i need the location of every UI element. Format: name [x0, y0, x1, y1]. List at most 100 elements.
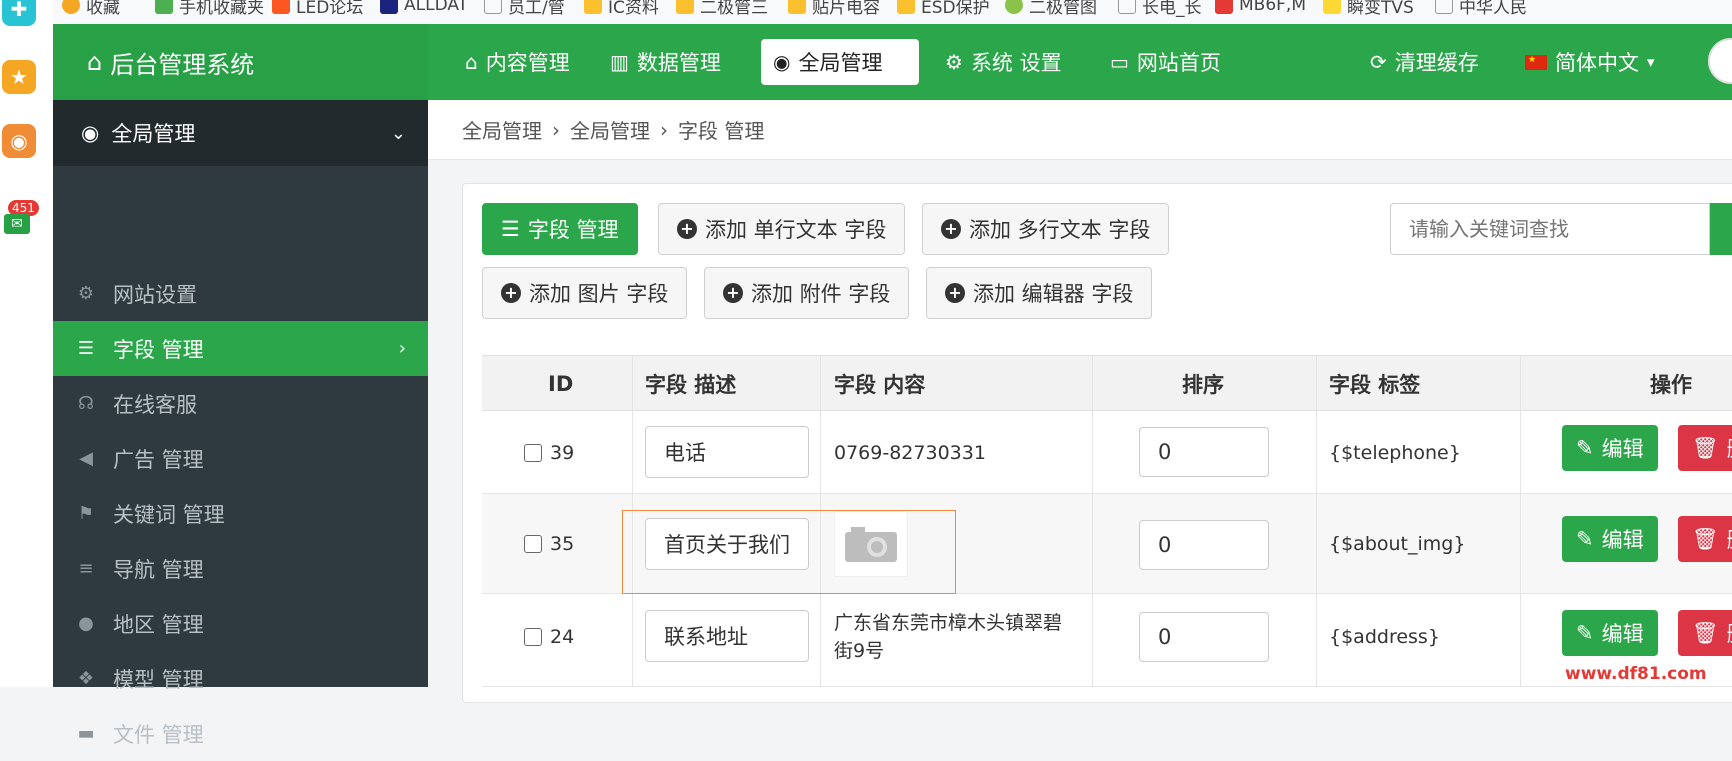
bookmark-item[interactable]: 手机收藏夹 — [155, 0, 264, 18]
bookmark-item[interactable]: 二极管图 — [1005, 0, 1097, 18]
field-desc-input[interactable]: 联系地址 — [645, 610, 809, 662]
monitor-icon: ▭ — [1110, 50, 1129, 74]
list-icon: ☰ — [77, 338, 95, 359]
header-desc: 字段 描述 — [645, 373, 737, 397]
bookmark-item[interactable]: 二极管三 — [676, 0, 768, 18]
bookmark-item[interactable]: 长电_长 — [1118, 0, 1202, 18]
bookmark-item[interactable]: ESD保护 — [897, 0, 990, 18]
flag-icon: ⚑ — [77, 503, 95, 524]
add-multi-text-field-button[interactable]: + 添加 多行文本 字段 — [922, 203, 1170, 255]
led-icon — [272, 0, 290, 14]
row-id: 39 — [524, 411, 574, 494]
bookmark-item[interactable]: 收藏 — [62, 0, 120, 18]
watermark: www.df81.com — [1565, 664, 1707, 684]
weibo-icon[interactable]: ◉ — [2, 124, 36, 158]
header-actions: 操作 — [1650, 373, 1692, 397]
order-input[interactable]: 0 — [1139, 427, 1269, 477]
chevron-down-icon: ▾ — [1647, 53, 1655, 71]
pdf-icon — [380, 0, 398, 14]
plus-circle-icon: + — [945, 283, 965, 303]
bookmark-item[interactable]: 员工/管 — [484, 0, 565, 18]
add-single-text-field-button[interactable]: + 添加 单行文本 字段 — [658, 203, 906, 255]
search-button[interactable] — [1710, 203, 1732, 255]
gear-icon: ⚙ — [77, 283, 95, 304]
bookmark-item[interactable]: 瞬变TVS — [1323, 0, 1414, 18]
add-image-field-button[interactable]: + 添加 图片 字段 — [482, 267, 688, 319]
nav-content-manage[interactable]: ⌂ 内容管理 — [453, 39, 582, 85]
search-input[interactable] — [1390, 203, 1710, 255]
star-icon — [62, 0, 80, 14]
sidebar-item-online-service[interactable]: ☊ 在线客服 — [53, 376, 428, 431]
language-select[interactable]: ★ 简体中文 ▾ — [1513, 39, 1667, 85]
plus-circle-icon: + — [677, 219, 697, 239]
edit-icon: ✎ — [1576, 621, 1594, 645]
bookmark-item[interactable]: ALLDAT — [380, 0, 468, 16]
row-checkbox[interactable] — [524, 535, 542, 553]
delete-button[interactable]: 🗑删 — [1678, 425, 1732, 471]
browser-side-strip: ✚ ★ ◉ 451 ✉ — [0, 0, 53, 687]
app-icon[interactable]: ✚ — [2, 0, 36, 26]
globe-icon: ◉ — [773, 50, 791, 74]
header-id: ID — [548, 372, 574, 396]
field-tag: {$about_img} — [1329, 533, 1466, 555]
nav-system-settings[interactable]: ⚙ 系统 设置 — [933, 39, 1074, 85]
sidebar-header[interactable]: ◉ 全局管理 ⌄ — [53, 100, 428, 166]
row-checkbox[interactable] — [524, 628, 542, 646]
plus-circle-icon: + — [941, 219, 961, 239]
phone-icon — [155, 0, 173, 14]
edit-button[interactable]: ✎ 编辑 — [1562, 425, 1658, 471]
edit-button[interactable]: ✎ 编辑 — [1562, 516, 1658, 562]
edit-icon: ✎ — [1576, 436, 1594, 460]
megaphone-icon: ◀ — [79, 448, 93, 469]
bookmark-item[interactable]: IC资料 — [584, 0, 659, 18]
table-header: ID 字段 描述 字段 内容 排序 字段 标签 操作 — [482, 355, 1732, 412]
chevron-right-icon: › — [552, 117, 560, 142]
page-icon — [484, 0, 502, 14]
avatar[interactable] — [1708, 38, 1732, 84]
edit-button[interactable]: ✎ 编辑 — [1562, 610, 1658, 656]
delete-button[interactable]: 🗑删 — [1678, 610, 1732, 656]
breadcrumb-item[interactable]: 全局管理 — [570, 115, 650, 144]
sidebar-item-file-manage[interactable]: ▬ 文件 管理 — [53, 706, 428, 761]
top-nav: ⌂ 后台管理系统 ⌂ 内容管理 ▥ 数据管理 ◉ 全局管理 ⚙ 系统 设置 ▭ 网站首页 ⟳… — [53, 24, 1732, 100]
bookmark-item[interactable]: 贴片电容 — [788, 0, 880, 18]
breadcrumb-item[interactable]: 全局管理 — [462, 115, 542, 144]
brand[interactable]: ⌂ 后台管理系统 — [53, 24, 428, 100]
home-icon: ⌂ — [465, 50, 478, 74]
china-flag-icon: ★ — [1525, 54, 1547, 70]
bookmark-item[interactable]: LED论坛 — [272, 0, 363, 18]
field-manage-button[interactable]: ☰ 字段 管理 — [482, 203, 638, 255]
table-row: 39 电话 0769-82730331 0 {$telephone} ✎ 编辑 🗑… — [482, 411, 1732, 494]
delete-button[interactable]: 🗑删 — [1678, 516, 1732, 562]
folder-icon: ▬ — [77, 723, 95, 744]
folder-icon — [788, 0, 806, 14]
add-attachment-field-button[interactable]: + 添加 附件 字段 — [704, 267, 910, 319]
leaf-icon — [1005, 0, 1023, 14]
nav-global-manage[interactable]: ◉ 全局管理 — [761, 39, 919, 85]
sidebar-item-model-manage[interactable]: ❖ 模型 管理 — [53, 651, 428, 706]
add-editor-field-button[interactable]: + 添加 编辑器 字段 — [926, 267, 1153, 319]
bookmark-item[interactable]: MB6F,M — [1215, 0, 1306, 16]
nav-data-manage[interactable]: ▥ 数据管理 — [598, 39, 733, 85]
trash-icon: 🗑 — [1692, 620, 1719, 645]
nav-site-home[interactable]: ▭ 网站首页 — [1098, 39, 1233, 85]
star-icon[interactable]: ★ — [2, 60, 36, 94]
folder-icon — [897, 0, 915, 14]
sidebar-item-nav-manage[interactable]: ≡ 导航 管理 — [53, 541, 428, 596]
table-row: 24 联系地址 广东省东莞市樟木头镇翠碧街9号 0 {$address} ✎ 编辑… — [482, 594, 1732, 687]
breadcrumb-item: 字段 管理 — [678, 119, 765, 143]
home-icon: ⌂ — [87, 48, 103, 76]
sidebar-item-site-settings[interactable]: ⚙ 网站设置 — [53, 266, 428, 321]
gears-icon: ⚙ — [945, 50, 963, 74]
mail-icon[interactable]: ✉ — [4, 214, 30, 234]
bookmark-item[interactable]: 中华人民 — [1435, 0, 1527, 18]
sidebar-item-region-manage[interactable]: ● 地区 管理 — [53, 596, 428, 651]
order-input[interactable]: 0 — [1139, 612, 1269, 662]
clear-cache-button[interactable]: ⟳ 清理缓存 — [1358, 39, 1491, 85]
field-desc-input[interactable]: 电话 — [645, 426, 809, 478]
sidebar-item-ad-manage[interactable]: ◀ 广告 管理 — [53, 431, 428, 486]
sidebar-item-field-manage[interactable]: ☰ 字段 管理 › — [53, 321, 428, 376]
sidebar-item-keyword-manage[interactable]: ⚑ 关键词 管理 — [53, 486, 428, 541]
order-input[interactable]: 0 — [1139, 520, 1269, 570]
row-checkbox[interactable] — [524, 443, 542, 462]
